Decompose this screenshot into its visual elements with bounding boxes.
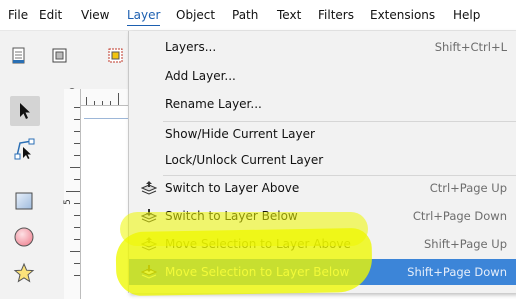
layer-up-icon [140,180,158,196]
move-selection-down-icon [140,264,158,280]
zoom-selection-icon[interactable] [101,41,131,71]
menu-item-switch-layer-above[interactable]: Switch to Layer Above Ctrl+Page Up [129,175,516,201]
menu-edit[interactable]: Edit [39,7,62,23]
menu-path[interactable]: Path [232,7,258,23]
menu-item-switch-layer-below[interactable]: Switch to Layer Below Ctrl+Page Down [129,203,516,229]
menu-item-label: Lock/Unlock Current Layer [165,153,324,167]
menu-item-layers[interactable]: Layers... Shift+Ctrl+L [129,34,516,60]
menu-item-shortcut: Shift+Page Down [407,265,507,279]
menu-bar: File Edit View Layer Object Path Text Fi… [0,0,516,31]
selector-arrow-icon[interactable] [10,96,40,126]
menu-item-label: Layers... [165,40,217,54]
menu-filters[interactable]: Filters [318,7,354,23]
vertical-ruler: 5 [62,89,81,299]
move-selection-up-icon [140,236,158,252]
menu-item-label: Show/Hide Current Layer [165,127,315,141]
menu-item-label: Rename Layer... [165,97,262,111]
menu-item-shortcut: Shift+Ctrl+L [434,40,507,54]
rectangle-icon[interactable] [9,186,39,216]
menu-item-label: Switch to Layer Below [165,209,298,223]
zoom-drawing-icon[interactable] [45,41,75,71]
menu-item-move-selection-below[interactable]: Move Selection to Layer Below Shift+Page… [129,259,516,285]
menu-item-show-hide-layer[interactable]: Show/Hide Current Layer [129,121,516,147]
star-icon[interactable] [9,258,39,288]
menu-item-shortcut: Ctrl+Page Up [429,181,507,195]
menu-item-shortcut: Ctrl+Page Down [412,209,507,223]
document-properties-icon[interactable] [4,41,34,71]
layer-down-icon [140,208,158,224]
menu-item-shortcut: Shift+Page Up [424,237,507,251]
menu-object[interactable]: Object [176,7,215,23]
menu-item-label: Switch to Layer Above [165,181,300,195]
menu-help[interactable]: Help [453,7,480,23]
menu-item-lock-unlock-layer[interactable]: Lock/Unlock Current Layer [129,147,516,173]
menu-layer[interactable]: Layer [127,7,161,26]
ruler-label: 5 [62,199,73,205]
menu-item-label: Move Selection to Layer Above [165,237,351,251]
menu-text[interactable]: Text [277,7,301,23]
layer-menu: Layers... Shift+Ctrl+L Add Layer... Rena… [128,31,516,293]
menu-item-move-selection-above[interactable]: Move Selection to Layer Above Shift+Page… [129,231,516,257]
menu-view[interactable]: View [81,7,109,23]
menu-item-rename-layer[interactable]: Rename Layer... [129,91,516,117]
menu-item-label: Move Selection to Layer Below [165,265,350,279]
ellipse-icon[interactable] [9,222,39,252]
menu-file[interactable]: File [8,7,28,23]
node-editor-icon[interactable] [10,134,40,164]
menu-item-label: Add Layer... [165,69,236,83]
menu-extensions[interactable]: Extensions [370,7,435,23]
menu-item-add-layer[interactable]: Add Layer... [129,63,516,89]
